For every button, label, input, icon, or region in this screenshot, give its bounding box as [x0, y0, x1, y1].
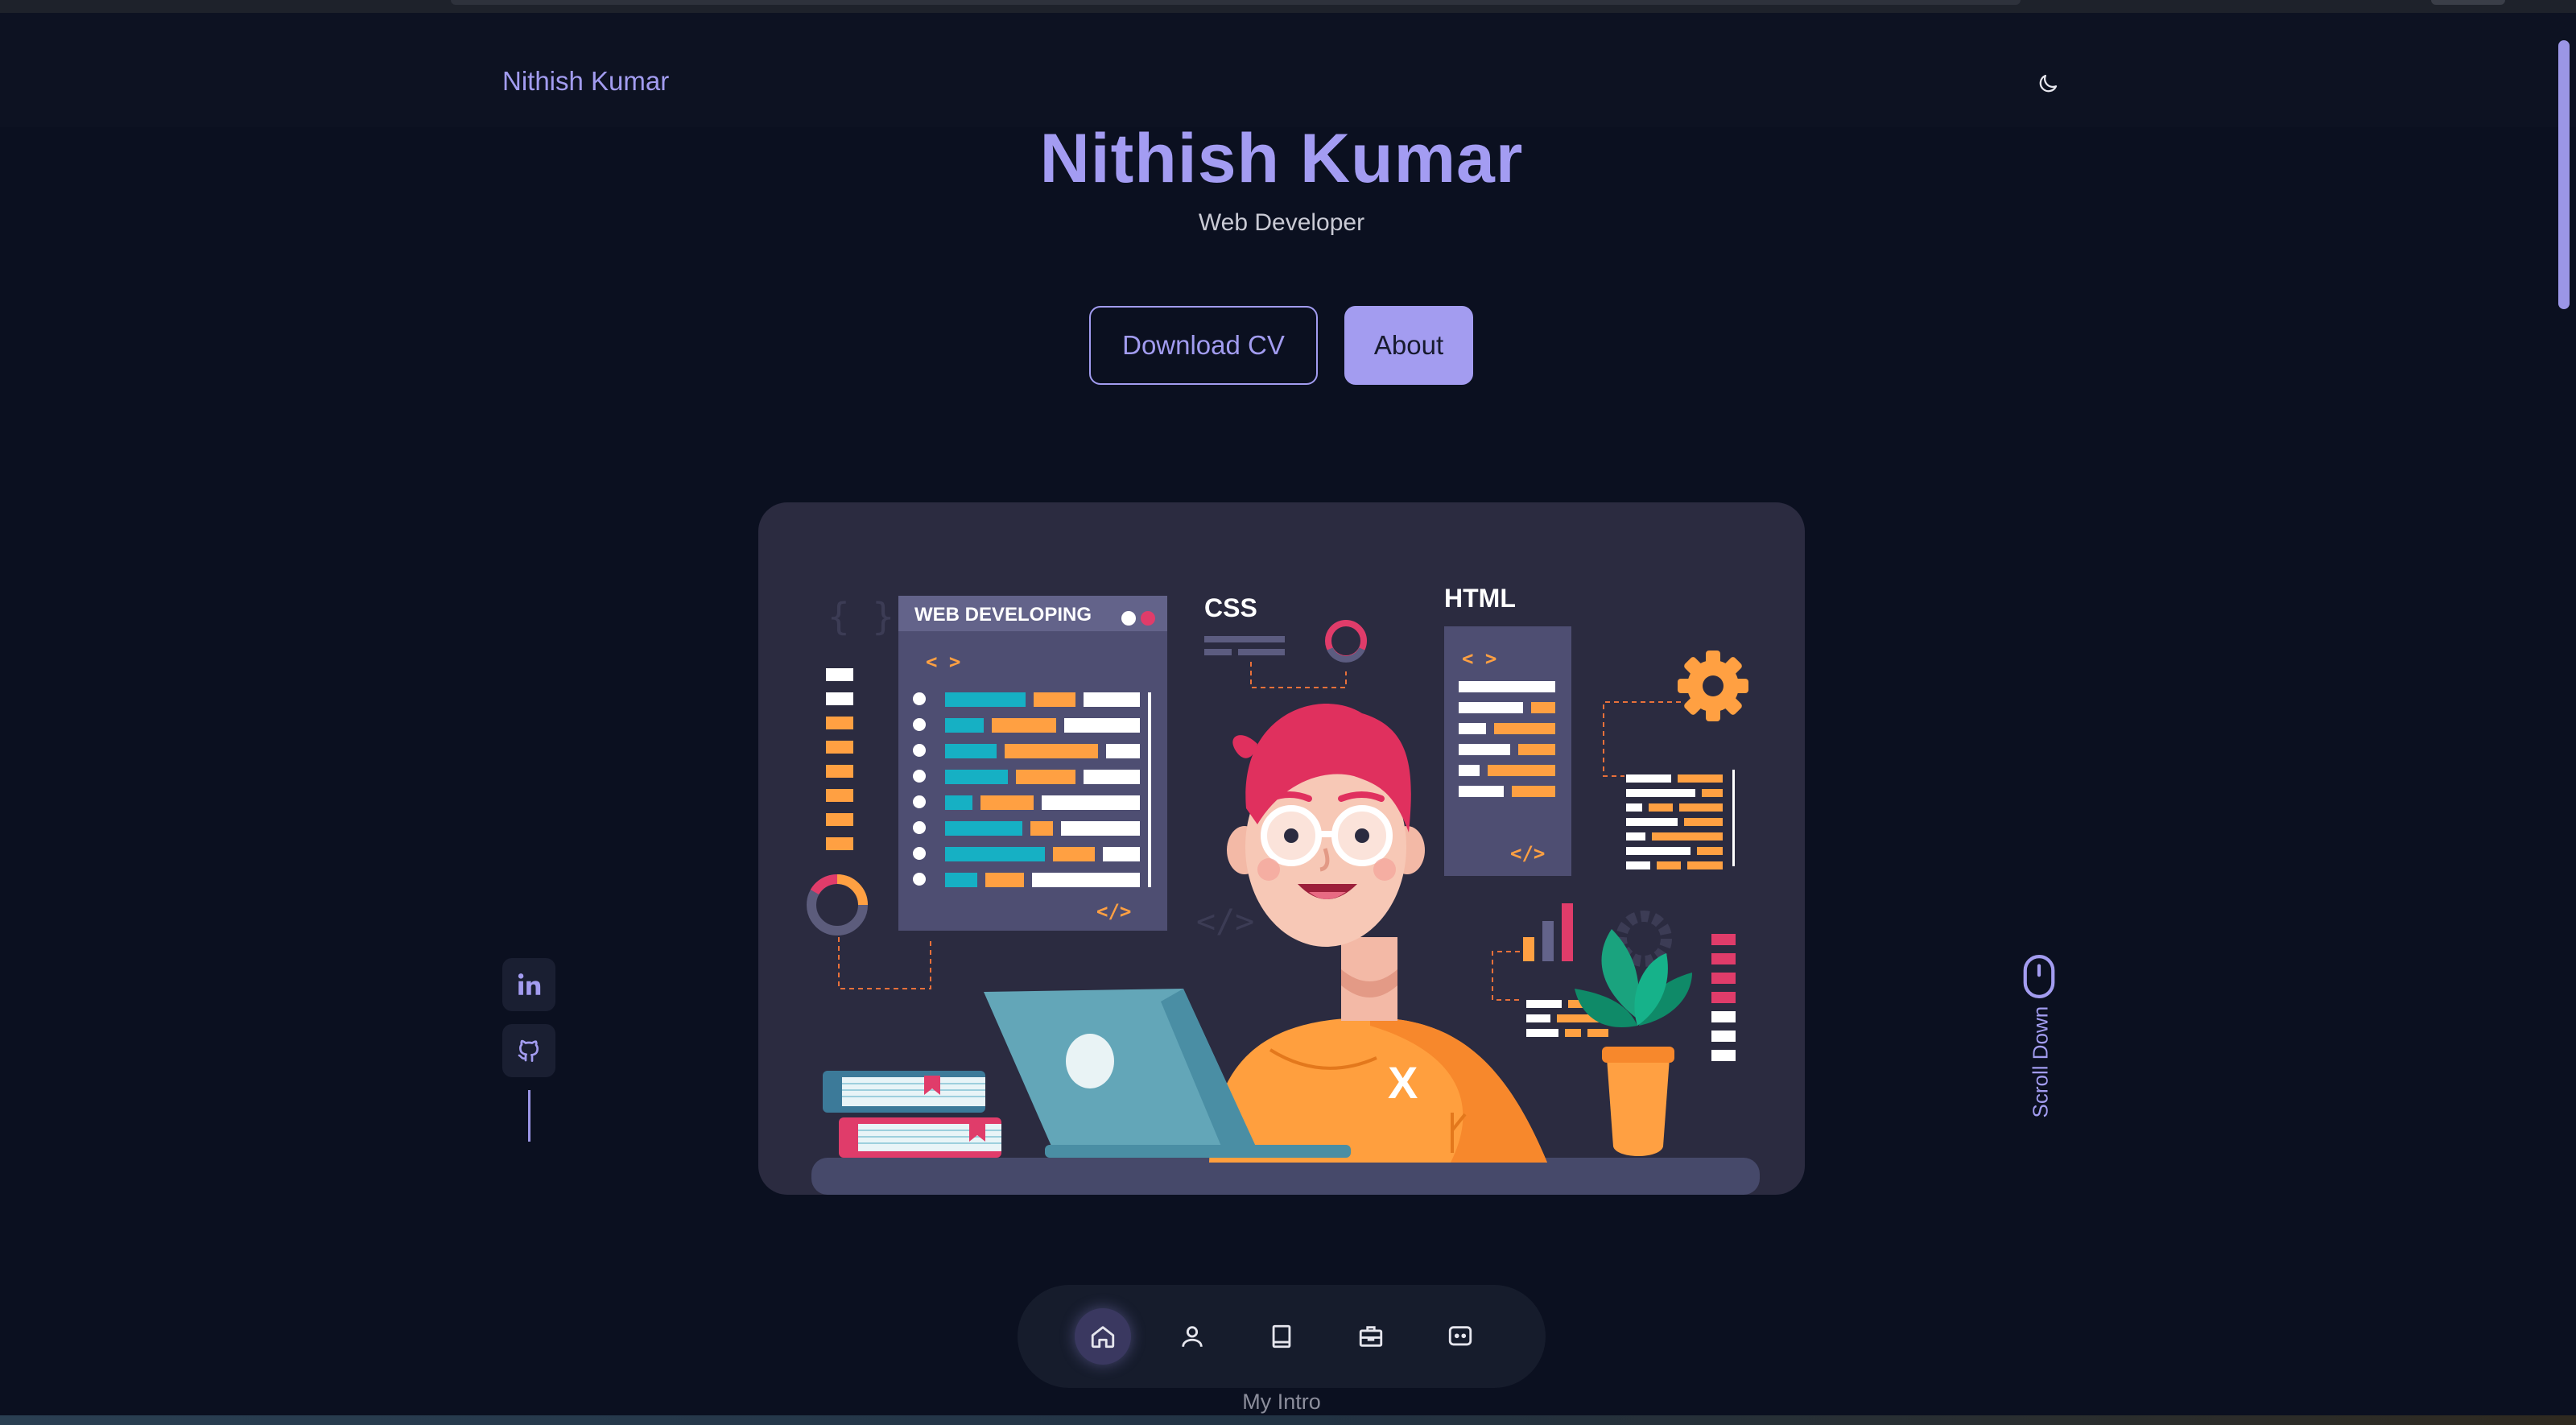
book-icon — [1272, 1324, 1291, 1349]
home-icon — [1091, 1326, 1114, 1349]
site-header: Nithish Kumar — [0, 13, 2576, 127]
donut-graphic — [807, 874, 868, 936]
nav-caption: My Intro — [1242, 1390, 1321, 1414]
browser-mini-tab — [2431, 0, 2505, 5]
download-cv-button[interactable]: Download CV — [1089, 306, 1318, 385]
brand-link[interactable]: Nithish Kumar — [502, 66, 669, 97]
left-bar-stack — [826, 668, 853, 850]
browser-top-strip — [0, 0, 2576, 13]
svg-text:</>: </> — [1196, 903, 1254, 940]
theme-toggle-button[interactable] — [2032, 68, 2064, 100]
nav-home[interactable] — [1074, 1308, 1131, 1365]
svg-text:WEB DEVELOPING: WEB DEVELOPING — [914, 604, 1092, 626]
nav-portfolio[interactable] — [1343, 1308, 1399, 1365]
bottom-edge — [0, 1415, 2576, 1425]
user-icon — [1182, 1326, 1203, 1347]
hero-subtitle: Web Developer — [1198, 209, 1365, 236]
brace-glyph: { } — [828, 595, 894, 638]
book-stack — [823, 1071, 1001, 1158]
moon-icon — [2039, 74, 2058, 93]
nav-about[interactable] — [1164, 1308, 1220, 1365]
svg-text:< >: < > — [1462, 647, 1496, 670]
message-icon — [1449, 1326, 1472, 1346]
html-panel: < > </> — [1444, 626, 1571, 876]
right-bar-stack — [1711, 934, 1736, 1061]
svg-text:< >: < > — [926, 651, 960, 673]
svg-text:X: X — [1388, 1057, 1418, 1108]
browser-tab-bar — [451, 0, 2021, 5]
briefcase-icon — [1359, 1326, 1383, 1347]
nav-skills[interactable] — [1253, 1308, 1310, 1365]
scroll-down-label: Scroll Down — [2028, 1006, 2053, 1118]
page-scrollbar[interactable] — [2558, 40, 2570, 309]
html-label: HTML — [1444, 584, 1516, 613]
github-icon — [518, 1039, 539, 1062]
github-link[interactable] — [502, 1024, 555, 1077]
web-developing-panel: WEB DEVELOPING < > </> — [898, 596, 1167, 931]
linkedin-icon — [518, 973, 541, 995]
css-label: CSS — [1204, 593, 1257, 622]
mouse-icon — [2023, 954, 2055, 999]
svg-text:</>: </> — [1510, 842, 1545, 865]
social-divider-line — [528, 1090, 530, 1142]
potted-plant — [1575, 929, 1692, 1156]
developer-illustration: { } WEB DEVELOPING < > </> </> CSS HTML … — [807, 584, 1760, 1195]
linkedin-link[interactable] — [502, 958, 555, 1011]
gear-graphic — [1678, 651, 1748, 721]
right-code-block — [1626, 770, 1735, 869]
svg-text:</>: </> — [1096, 900, 1131, 923]
about-button[interactable]: About — [1344, 306, 1473, 385]
desk — [811, 1158, 1760, 1195]
bottom-nav — [1018, 1285, 1546, 1388]
hero-illustration: { } WEB DEVELOPING < > </> </> CSS HTML … — [758, 502, 1805, 1195]
nav-contact[interactable] — [1432, 1308, 1488, 1365]
hero-name: Nithish Kumar — [1039, 120, 1524, 197]
